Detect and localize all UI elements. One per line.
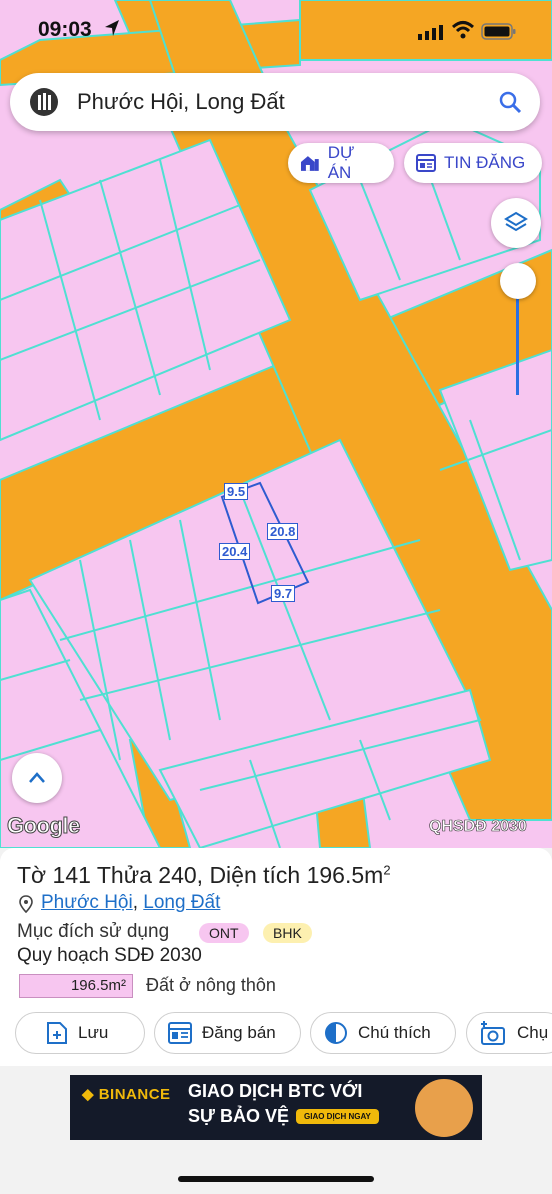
search-query[interactable]: Phước Hội, Long Đất (77, 89, 285, 115)
wifi-icon (451, 21, 475, 39)
sell-button-label: Đăng bán (202, 1023, 276, 1042)
map-view[interactable]: 09:03 Phước Hội, Long Đất DỰ ÁN TIN ĐĂNG… (0, 0, 552, 848)
projects-chip-label: DỰ ÁN (327, 143, 355, 182)
parcel-title: Tờ 141 Thửa 240, Diện tích 196.5m2 (17, 862, 391, 888)
ad-banner[interactable]: ◆ BINANCE GIAO DỊCH BTC VỚI SỰ BẢO VỆ GI… (70, 1075, 482, 1140)
legend-button[interactable]: Chú thích (310, 1012, 456, 1054)
dimension-left: 20.4 (219, 543, 251, 560)
contrast-icon (325, 1022, 347, 1044)
ad-headline-1: GIAO DỊCH BTC VỚI (188, 1081, 363, 1101)
status-bar: 09:03 (0, 0, 552, 60)
location-arrow-icon (105, 20, 119, 36)
add-photo-icon (481, 1021, 505, 1045)
map-layer-label: QHSDĐ 2030 (429, 818, 527, 836)
layers-button[interactable] (491, 198, 541, 248)
app-logo-icon (30, 88, 58, 116)
battery-icon (481, 23, 516, 40)
search-bar[interactable]: Phước Hội, Long Đất (10, 73, 540, 131)
add-file-icon (47, 1022, 67, 1044)
layers-icon (504, 211, 528, 232)
ward-link[interactable]: Phước Hội (41, 892, 133, 913)
dimension-bottom: 9.7 (271, 585, 296, 602)
save-button[interactable]: Lưu (15, 1012, 145, 1054)
listing-icon (168, 1022, 192, 1044)
chevron-up-icon (29, 772, 45, 783)
capture-button[interactable]: Chụ (466, 1012, 552, 1054)
land-use-badge-bhk: BHK (263, 923, 312, 943)
capture-button-label: Chụ (517, 1023, 549, 1042)
dimension-right: 20.8 (267, 523, 299, 540)
save-button-label: Lưu (78, 1023, 109, 1042)
ad-brand: ◆ BINANCE (82, 1086, 171, 1103)
home-indicator[interactable] (178, 1176, 374, 1182)
plan-area-swatch: 196.5m² (19, 974, 133, 998)
google-watermark: Google (7, 813, 81, 839)
parcel-info-panel: Tờ 141 Thửa 240, Diện tích 196.5m2 Phước… (0, 848, 552, 1066)
legend-button-label: Chú thích (358, 1023, 431, 1042)
land-use-badge-ont: ONT (199, 923, 249, 943)
listings-chip[interactable]: TIN ĐĂNG (404, 143, 542, 183)
location-pin-icon (19, 895, 33, 913)
listings-chip-label: TIN ĐĂNG (444, 153, 526, 172)
sell-button[interactable]: Đăng bán (154, 1012, 301, 1054)
land-use-label: Mục đích sử dụng (17, 921, 170, 942)
ad-person-image (415, 1079, 473, 1137)
search-icon[interactable] (498, 90, 522, 114)
opacity-slider-handle[interactable] (500, 263, 536, 299)
plan-title: Quy hoạch SDĐ 2030 (17, 945, 202, 966)
listing-icon (416, 154, 436, 172)
dimension-top: 9.5 (224, 483, 249, 500)
cellular-signal-icon (418, 25, 443, 40)
plan-area-description: Đất ở nông thôn (146, 975, 276, 995)
ad-headline-2: SỰ BẢO VỆ (188, 1106, 289, 1126)
building-icon (300, 156, 319, 171)
ad-cta-button[interactable]: GIAO DỊCH NGAY (296, 1109, 379, 1124)
clock: 09:03 (38, 18, 92, 41)
district-link[interactable]: Long Đất (143, 892, 220, 913)
expand-panel-button[interactable] (12, 753, 62, 803)
projects-chip[interactable]: DỰ ÁN (288, 143, 394, 183)
